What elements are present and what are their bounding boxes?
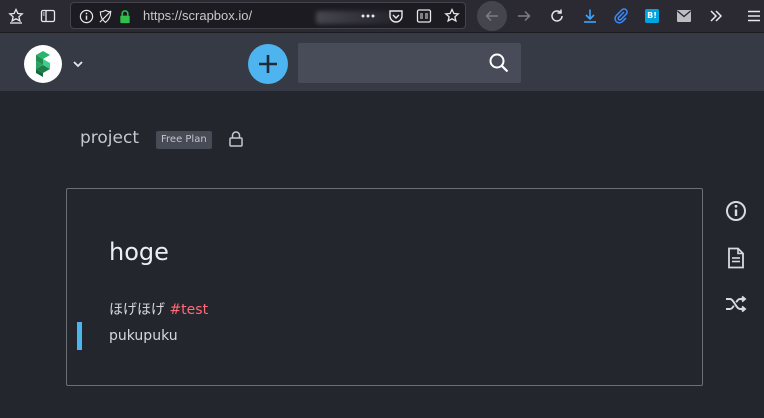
mail-icon[interactable] bbox=[674, 6, 694, 26]
info-button[interactable] bbox=[724, 199, 748, 223]
reader-view-icon[interactable] bbox=[415, 7, 433, 25]
editor-line[interactable]: ほげほげ #test bbox=[109, 299, 208, 319]
search-box[interactable] bbox=[298, 43, 521, 85]
reload-icon[interactable] bbox=[547, 6, 567, 26]
hashtag-link[interactable]: #test bbox=[169, 302, 208, 318]
url-text: https://scrapbox.io/ bbox=[143, 8, 253, 23]
active-line-indicator bbox=[77, 322, 82, 350]
search-input[interactable] bbox=[304, 43, 488, 85]
browser-toolbar: https://scrapbox.io/ B! bbox=[0, 0, 764, 33]
overflow-chevrons-icon[interactable] bbox=[706, 6, 726, 26]
paperclip-extension-icon[interactable] bbox=[611, 6, 631, 26]
app-header bbox=[0, 33, 764, 91]
chevron-down-icon[interactable] bbox=[72, 55, 84, 74]
url-redacted-area bbox=[316, 11, 396, 24]
page-actions-icon[interactable] bbox=[359, 7, 377, 25]
hamburger-menu-icon[interactable] bbox=[744, 6, 764, 26]
project-name-link[interactable]: project bbox=[80, 128, 139, 148]
info-icon bbox=[726, 201, 746, 221]
plus-icon bbox=[259, 55, 277, 73]
plan-badge: Free Plan bbox=[156, 131, 212, 149]
new-page-button[interactable] bbox=[248, 44, 288, 84]
secure-lock-icon[interactable] bbox=[116, 7, 134, 25]
hatena-bookmark-icon[interactable]: B! bbox=[642, 6, 662, 26]
search-icon[interactable] bbox=[488, 52, 510, 78]
scrapbox-logo-icon bbox=[36, 51, 50, 77]
document-icon bbox=[728, 247, 744, 269]
sidebar-toggle-icon[interactable] bbox=[38, 6, 58, 26]
forward-arrow-icon[interactable] bbox=[514, 6, 534, 26]
url-bar[interactable]: https://scrapbox.io/ bbox=[70, 2, 466, 29]
lock-icon bbox=[228, 130, 244, 152]
line-text: ほげほげ bbox=[109, 302, 170, 318]
tracking-protection-icon[interactable] bbox=[96, 7, 114, 25]
page-document-button[interactable] bbox=[724, 246, 748, 270]
pocket-icon[interactable] bbox=[387, 7, 405, 25]
bookmark-star-icon[interactable] bbox=[6, 6, 26, 26]
editor-line[interactable]: pukupuku bbox=[109, 328, 178, 344]
scrapbox-logo[interactable] bbox=[24, 45, 62, 83]
page-title[interactable]: hoge bbox=[109, 238, 169, 266]
page-editor-card[interactable] bbox=[66, 188, 703, 386]
random-page-button[interactable] bbox=[724, 292, 748, 316]
bookmark-star-icon[interactable] bbox=[443, 7, 461, 25]
shuffle-icon bbox=[726, 295, 747, 313]
back-arrow-icon bbox=[482, 6, 502, 26]
info-circle-icon[interactable] bbox=[77, 7, 95, 25]
downloads-icon[interactable] bbox=[580, 6, 600, 26]
